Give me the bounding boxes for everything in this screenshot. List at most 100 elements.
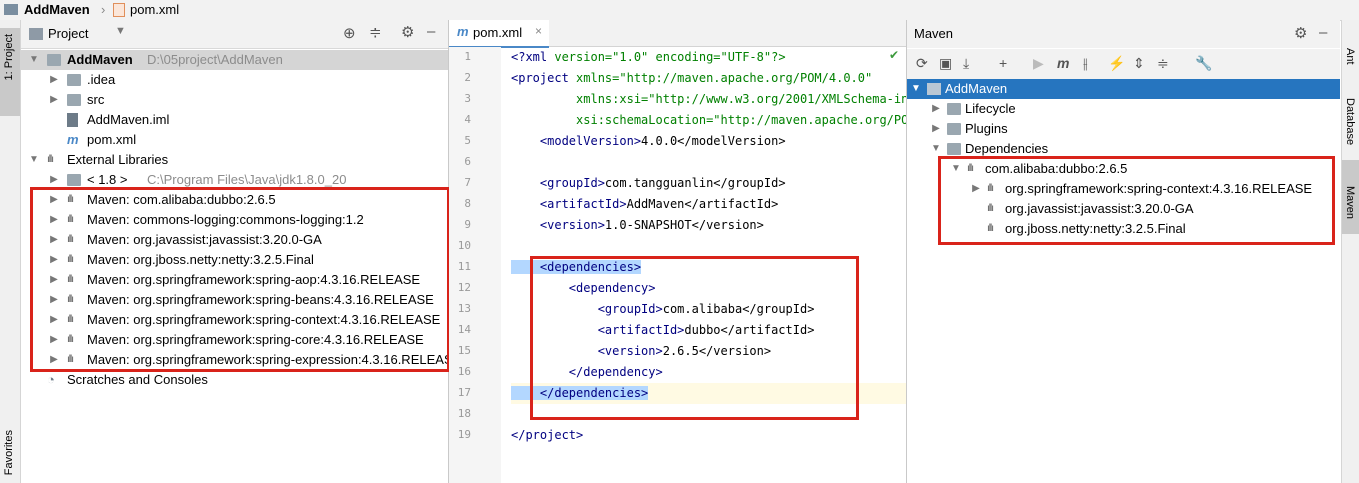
- code-line[interactable]: [511, 236, 906, 257]
- module-file-icon: [67, 113, 78, 127]
- chevron-right-icon[interactable]: ▶: [931, 99, 941, 119]
- maven-tree-label: Lifecycle: [965, 101, 1016, 116]
- line-number: 5: [464, 134, 471, 147]
- code-line[interactable]: <artifactId>AddMaven</artifactId>: [511, 194, 906, 215]
- wrench-icon[interactable]: 🔧: [1195, 55, 1212, 72]
- chevron-down-icon[interactable]: ▼: [29, 150, 39, 170]
- collapse-all-icon[interactable]: ≑: [1157, 55, 1169, 72]
- tree-item[interactable]: m pom.xml: [21, 130, 448, 150]
- library-icon: ıllı: [47, 154, 54, 165]
- folder-icon: [67, 174, 81, 186]
- left-tool-strip: 1: Project Favorites: [0, 20, 21, 483]
- code-line[interactable]: <modelVersion>4.0.0</modelVersion>: [511, 131, 906, 152]
- toggle-offline-icon[interactable]: ⫲: [1083, 55, 1088, 72]
- code-line[interactable]: <?xml version="1.0" encoding="UTF-8"?>: [511, 47, 906, 68]
- code-line[interactable]: <project xmlns="http://maven.apache.org/…: [511, 68, 906, 89]
- xml-file-icon: [113, 3, 125, 17]
- folder-icon: [947, 123, 961, 135]
- tree-item[interactable]: ▼ AddMaven D:\05project\AddMaven: [21, 50, 448, 70]
- tree-item-label: .idea: [87, 72, 116, 87]
- highlight-box-dependencies: [530, 256, 859, 420]
- gear-icon[interactable]: ⚙: [401, 23, 414, 41]
- database-tool-tab[interactable]: Database: [1344, 98, 1356, 145]
- code-line[interactable]: </project>: [511, 425, 906, 446]
- highlight-box-libraries: [30, 187, 450, 372]
- highlight-box-maven-deps: [938, 156, 1335, 245]
- line-number: 4: [464, 113, 471, 126]
- code-text: 4.0.0</modelVersion>: [641, 134, 786, 148]
- line-number: 18: [457, 407, 471, 420]
- minimize-icon[interactable]: –: [1319, 24, 1327, 41]
- code-text: AddMaven</artifactId>: [626, 197, 779, 211]
- maven-tool-tab[interactable]: Maven: [1342, 160, 1359, 234]
- line-gutter: 1 2 3 4 5 6 7 8 9 10 11 12 13 14 15 16 17 18 19: [449, 47, 501, 483]
- code-tag: <?xml: [511, 50, 548, 64]
- code-line[interactable]: <version>1.0-SNAPSHOT</version>: [511, 215, 906, 236]
- breadcrumb-file[interactable]: pom.xml: [130, 2, 179, 17]
- maven-tree-item[interactable]: ▶ Lifecycle: [907, 99, 1340, 119]
- code-text: xsi:schemaLocation="http://maven.apache.…: [576, 113, 906, 127]
- maven-panel-header: Maven ⚙ –: [907, 20, 1340, 48]
- chevron-right-icon[interactable]: ▶: [49, 70, 59, 90]
- editor-tab-label: pom.xml: [473, 25, 523, 40]
- tree-item-label: AddMaven.iml: [87, 112, 170, 127]
- skip-tests-icon[interactable]: ⚡: [1108, 55, 1125, 72]
- tree-item-label: pom.xml: [87, 132, 137, 147]
- editor-tab-bar: m pom.xml ×: [449, 20, 906, 48]
- run-icon[interactable]: ▶: [1033, 55, 1044, 72]
- library-item[interactable]: ▼ ıllı External Libraries: [21, 150, 448, 170]
- tree-item[interactable]: AddMaven.iml: [21, 110, 448, 130]
- maven-panel: Maven ⚙ – ⟳ ▣ ⤓ + ▶ m ⫲ ⚡ ⇕ ≑ 🔧 ▼ AddMave…: [907, 20, 1340, 483]
- project-panel-title[interactable]: Project: [48, 26, 88, 41]
- gear-icon[interactable]: ⚙: [1294, 24, 1307, 42]
- line-number: 8: [464, 197, 471, 210]
- maven-tree-item[interactable]: ▼ AddMaven: [907, 79, 1340, 99]
- code-text: com.tangguanlin</groupId>: [604, 176, 786, 190]
- close-icon[interactable]: ×: [535, 24, 542, 38]
- line-number: 3: [464, 92, 471, 105]
- folder-icon: [67, 94, 81, 106]
- locate-icon[interactable]: ⊕: [343, 24, 356, 42]
- code-line[interactable]: xmlns:xsi="http://www.w3.org/2001/XMLSch…: [511, 89, 906, 110]
- line-number: 12: [457, 281, 471, 294]
- download-icon[interactable]: ⤓: [963, 55, 969, 72]
- tree-item[interactable]: ▶ .idea: [21, 70, 448, 90]
- maven-goal-icon[interactable]: m: [1057, 55, 1069, 71]
- show-dependencies-icon[interactable]: ⇕: [1133, 55, 1145, 72]
- line-number: 9: [464, 218, 471, 231]
- chevron-down-icon[interactable]: ▼: [911, 79, 921, 99]
- add-icon[interactable]: +: [999, 55, 1007, 71]
- collapse-all-icon[interactable]: ≑: [369, 23, 382, 41]
- folder-icon: [947, 103, 961, 115]
- maven-tree-item[interactable]: ▶ Plugins: [907, 119, 1340, 139]
- chevron-right-icon[interactable]: ▶: [49, 90, 59, 110]
- check-icon: ✔: [889, 48, 900, 62]
- folder-icon: [947, 143, 961, 155]
- code-tag: <project: [511, 71, 569, 85]
- breadcrumb-project[interactable]: AddMaven: [24, 2, 90, 17]
- project-view-icon: [29, 28, 43, 40]
- project-tool-tab[interactable]: 1: Project: [0, 28, 20, 116]
- chevron-right-icon[interactable]: ▶: [931, 119, 941, 139]
- chevron-down-icon[interactable]: ▼: [29, 50, 39, 70]
- code-line[interactable]: xsi:schemaLocation="http://maven.apache.…: [511, 110, 906, 131]
- reload-icon[interactable]: ⟳: [916, 55, 928, 72]
- line-number: 2: [464, 71, 471, 84]
- ant-tool-tab[interactable]: Ant: [1344, 48, 1356, 65]
- editor-tab-pom[interactable]: m pom.xml ×: [449, 20, 549, 48]
- code-line[interactable]: <groupId>com.tangguanlin</groupId>: [511, 173, 906, 194]
- code-line[interactable]: [511, 152, 906, 173]
- reimport-folder-icon[interactable]: ▣: [939, 55, 952, 72]
- minimize-icon[interactable]: –: [427, 23, 435, 40]
- favorites-tool-tab[interactable]: Favorites: [3, 430, 15, 475]
- line-number: 19: [457, 428, 471, 441]
- chevron-down-icon[interactable]: ▼: [115, 25, 126, 37]
- line-number: 17: [457, 386, 471, 399]
- tree-item[interactable]: ▶ src: [21, 90, 448, 110]
- code-tag: <groupId>: [511, 176, 605, 190]
- code-tag: </project>: [511, 428, 584, 442]
- tree-item[interactable]: ◔ Scratches and Consoles: [21, 370, 448, 390]
- code-tag: <artifactId>: [511, 197, 627, 211]
- editor-panel: m pom.xml × 1 2 3 4 5 6 7 8 9 10 11 12 13 14 15 16 17 18 1…: [449, 20, 907, 483]
- folder-icon: [4, 4, 18, 15]
